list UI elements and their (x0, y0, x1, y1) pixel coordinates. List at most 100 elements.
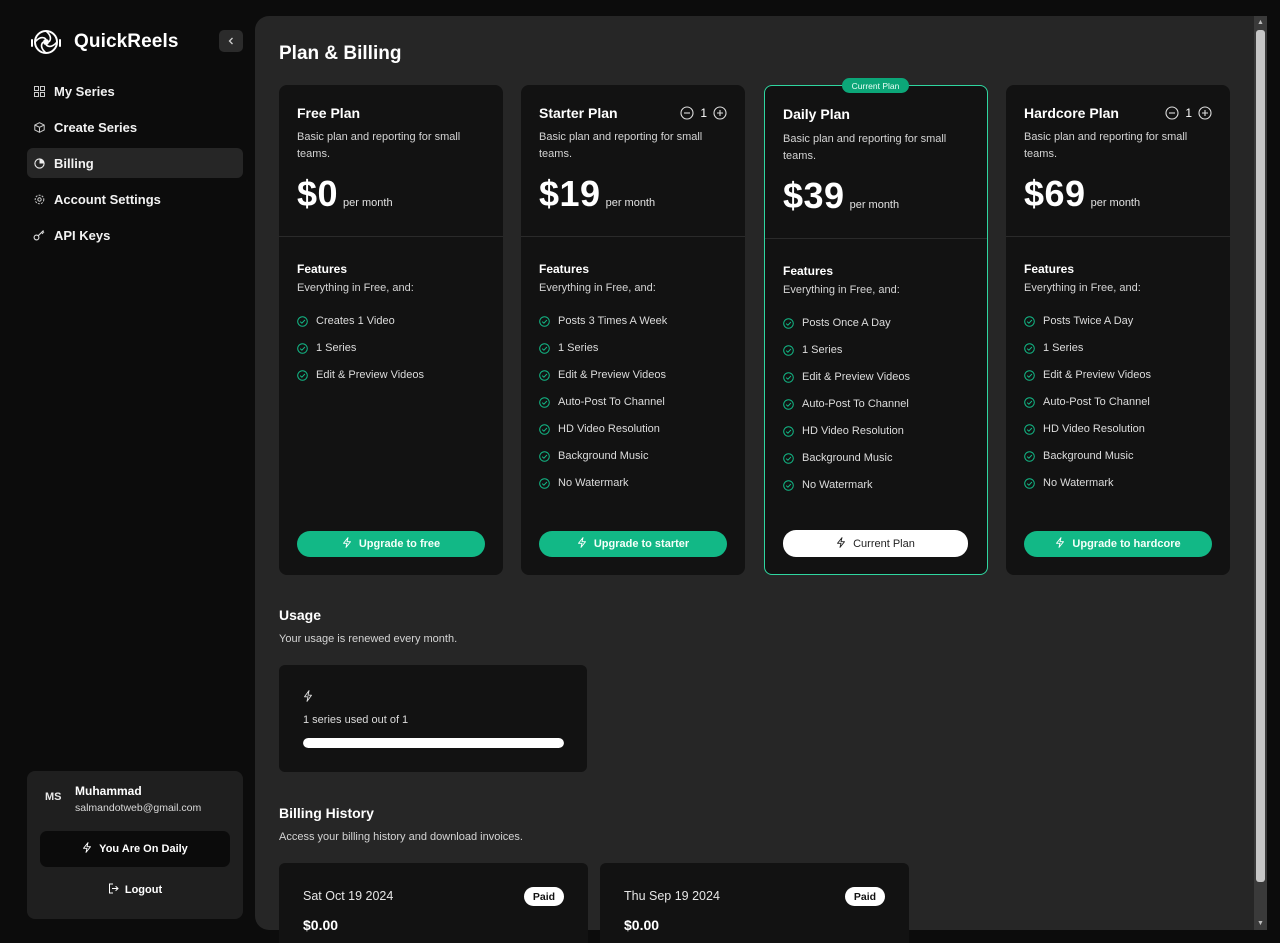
features-subtitle: Everything in Free, and: (297, 282, 414, 294)
plan-title: Starter Plan (539, 105, 618, 121)
usage-text: 1 series used out of 1 (303, 714, 409, 726)
main-scrollbar[interactable]: ▲ ▼ (1254, 16, 1267, 930)
current-plan-button[interactable]: Current Plan (783, 530, 968, 557)
billing-history-title: Billing History (279, 805, 374, 821)
lightning-icon (836, 536, 846, 551)
upgrade-to-starter-button[interactable]: Upgrade to starter (539, 531, 727, 557)
plus-circle-icon[interactable] (1198, 106, 1212, 120)
feature-item: No Watermark (539, 477, 667, 504)
page-title: Plan & Billing (279, 43, 402, 64)
usage-progress-fill (303, 738, 564, 748)
feature-item: Background Music (783, 452, 910, 479)
sidebar-item-label: Account Settings (54, 191, 161, 207)
invoice-amount: $0.00 (624, 917, 660, 933)
quantity-value: 1 (700, 106, 707, 120)
minus-circle-icon[interactable] (1165, 106, 1179, 120)
sidebar-item-account-settings[interactable]: Account Settings (27, 184, 243, 214)
plan-title: Daily Plan (783, 106, 850, 122)
invoice-amount: $0.00 (303, 917, 339, 933)
check-circle-icon (539, 316, 550, 327)
feature-item: HD Video Resolution (539, 423, 667, 450)
user-card: MS Muhammad salmandotweb@gmail.com You A… (27, 771, 243, 919)
feature-label: Edit & Preview Videos (316, 369, 425, 381)
features-title: Features (783, 264, 834, 278)
avatar[interactable]: MS (45, 791, 62, 803)
feature-label: Background Music (1043, 450, 1134, 462)
minus-circle-icon[interactable] (680, 106, 694, 120)
logout-label: Logout (124, 884, 163, 896)
collapse-sidebar-button[interactable] (219, 30, 243, 52)
check-circle-icon (539, 424, 550, 435)
feature-label: Background Music (558, 450, 649, 462)
features-subtitle: Everything in Free, and: (539, 282, 656, 294)
upgrade-to-free-button[interactable]: Upgrade to free (297, 531, 485, 557)
price-period: per month (605, 197, 656, 209)
check-circle-icon (539, 343, 550, 354)
price-row: $69 per month (1024, 173, 1140, 215)
feature-item: Edit & Preview Videos (783, 371, 910, 398)
brand[interactable]: QuickReels (26, 26, 179, 58)
key-icon (33, 229, 45, 241)
check-circle-icon (1024, 478, 1035, 489)
check-circle-icon (539, 397, 550, 408)
app-name: QuickReels (74, 31, 179, 52)
feature-label: No Watermark (1043, 477, 1114, 489)
logout-button[interactable]: Logout (27, 881, 243, 899)
check-circle-icon (783, 426, 794, 437)
feature-label: 1 Series (802, 344, 843, 356)
feature-label: HD Video Resolution (1043, 423, 1145, 435)
usage-subtitle: Your usage is renewed every month. (279, 633, 458, 645)
price-period: per month (1090, 197, 1141, 209)
divider (765, 238, 987, 239)
feature-label: Auto-Post To Channel (802, 398, 909, 410)
sidebar-nav: My Series Create Series Billing Account … (27, 76, 243, 256)
button-label: Current Plan (853, 537, 915, 550)
scroll-up-icon[interactable]: ▲ (1257, 19, 1264, 26)
check-circle-icon (297, 316, 308, 327)
feature-label: Edit & Preview Videos (802, 371, 911, 383)
feature-label: Creates 1 Video (316, 315, 395, 327)
sidebar-item-billing[interactable]: Billing (27, 148, 243, 178)
check-circle-icon (1024, 343, 1035, 354)
feature-label: Auto-Post To Channel (558, 396, 665, 408)
quantity-stepper: 1 (1165, 106, 1212, 120)
box-icon (33, 121, 45, 133)
usage-progress-bar (303, 738, 564, 748)
current-plan-status-button[interactable]: You Are On Daily (40, 831, 230, 867)
sidebar-item-my-series[interactable]: My Series (27, 76, 243, 106)
price-row: $39 per month (783, 175, 899, 217)
feature-item: HD Video Resolution (783, 425, 910, 452)
feature-list: Creates 1 Video 1 Series Edit & Preview Vi… (297, 315, 424, 396)
plan-title: Hardcore Plan (1024, 105, 1119, 121)
feature-item: Posts 3 Times A Week (539, 315, 667, 342)
plus-circle-icon[interactable] (713, 106, 727, 120)
feature-item: Edit & Preview Videos (297, 369, 424, 396)
usage-card: 1 series used out of 1 (279, 665, 587, 772)
feature-item: Auto-Post To Channel (539, 396, 667, 423)
upgrade-to-hardcore-button[interactable]: Upgrade to hardcore (1024, 531, 1212, 557)
scroll-down-icon[interactable]: ▼ (1257, 920, 1264, 927)
check-circle-icon (539, 478, 550, 489)
feature-list: Posts Twice A Day 1 Series Edit & Preview … (1024, 315, 1151, 504)
feature-item: HD Video Resolution (1024, 423, 1151, 450)
sidebar-item-api-keys[interactable]: API Keys (27, 220, 243, 250)
pie-chart-icon (33, 157, 45, 169)
invoice-date: Thu Sep 19 2024 (624, 889, 720, 903)
billing-history-subtitle: Access your billing history and download… (279, 831, 523, 843)
price-period: per month (849, 199, 900, 211)
lightning-icon (82, 842, 92, 856)
invoice-card[interactable]: Sat Oct 19 2024 Paid $0.00 (279, 863, 588, 943)
feature-item: 1 Series (539, 342, 667, 369)
invoice-card[interactable]: Thu Sep 19 2024 Paid $0.00 (600, 863, 909, 943)
button-label: Upgrade to free (358, 538, 441, 550)
plan-description: Basic plan and reporting for small teams… (1024, 131, 1188, 160)
check-circle-icon (783, 399, 794, 410)
status-badge: Paid (524, 887, 564, 906)
sidebar-item-create-series[interactable]: Create Series (27, 112, 243, 142)
plan-price: $39 (783, 175, 845, 216)
feature-item: Auto-Post To Channel (1024, 396, 1151, 423)
plan-card-starter: Starter Plan 1 Basic plan and reporting … (521, 85, 745, 575)
feature-list: Posts 3 Times A Week 1 Series Edit & Previ… (539, 315, 667, 504)
scroll-thumb[interactable] (1256, 30, 1265, 882)
plan-description: Basic plan and reporting for small teams… (297, 131, 461, 160)
